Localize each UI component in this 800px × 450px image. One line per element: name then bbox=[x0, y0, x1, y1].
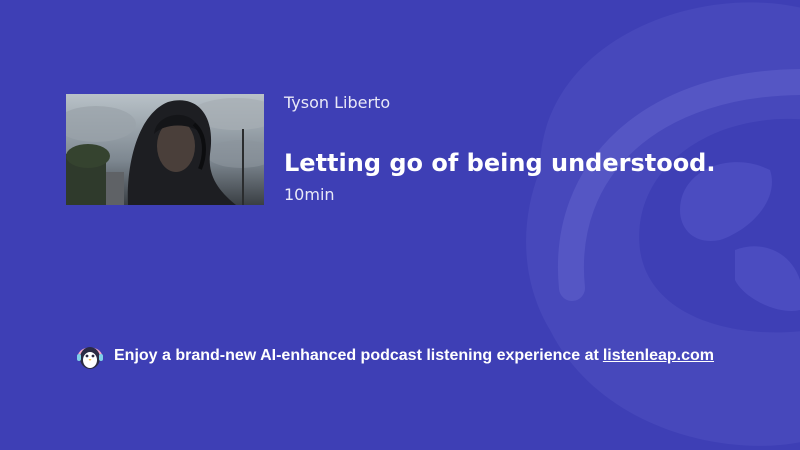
episode-cover-image[interactable] bbox=[66, 94, 264, 205]
promo-text: Enjoy a brand-new AI-enhanced podcast li… bbox=[114, 347, 599, 364]
listenleap-link[interactable]: listenleap.com bbox=[603, 347, 714, 365]
background-logo-watermark bbox=[480, 0, 800, 450]
episode-author[interactable]: Tyson Liberto bbox=[284, 93, 390, 112]
episode-duration: 10min bbox=[284, 185, 335, 204]
episode-title[interactable]: Letting go of being understood. bbox=[284, 149, 715, 177]
penguin-headphones-icon bbox=[74, 341, 106, 371]
promo-banner: Enjoy a brand-new AI-enhanced podcast li… bbox=[74, 341, 714, 371]
